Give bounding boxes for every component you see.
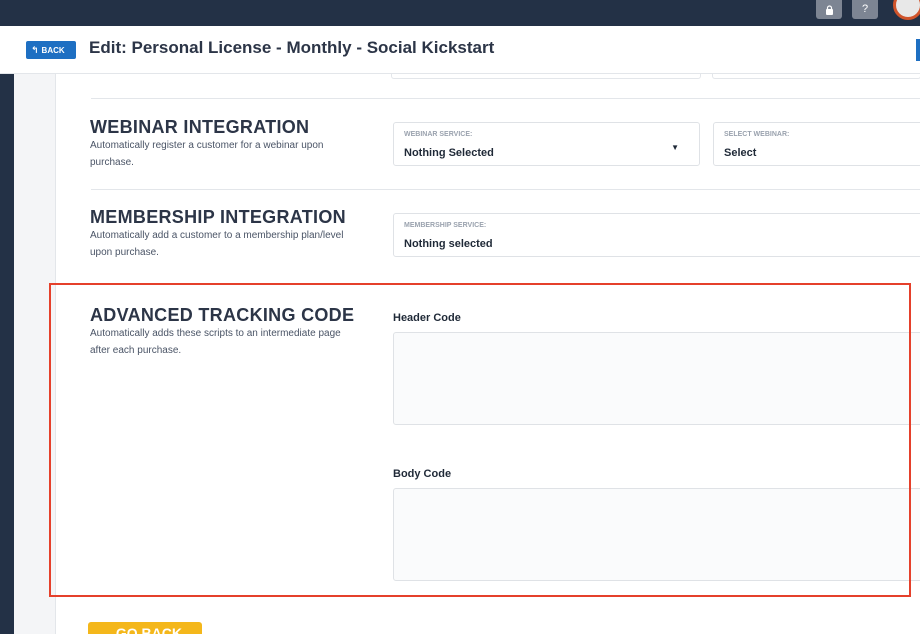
go-back-button[interactable]: ← GO BACK [88, 622, 202, 634]
field-stub-left [391, 74, 701, 79]
back-button[interactable]: ↰ BACK [26, 41, 76, 59]
back-arrow-icon: ↰ [31, 45, 39, 55]
header-code-label: Header Code [393, 312, 461, 324]
help-icon[interactable]: ? [852, 0, 878, 19]
webinar-service-select[interactable]: WEBINAR SERVICE: Nothing Selected ▼ [393, 122, 700, 166]
page-header: ↰ BACK Edit: Personal License - Monthly -… [0, 26, 920, 74]
header-action-button-edge[interactable] [916, 39, 920, 61]
membership-service-select[interactable]: MEMBERSHIP SERVICE: Nothing selected [393, 213, 920, 257]
main-panel: WEBINAR INTEGRATION Automatically regist… [55, 74, 920, 634]
body-code-label: Body Code [393, 468, 452, 480]
section-divider [91, 189, 920, 190]
tracking-section-title: ADVANCED TRACKING CODE [90, 305, 355, 325]
header-code-textarea[interactable] [393, 332, 920, 425]
lock-icon[interactable] [816, 0, 842, 19]
section-divider [91, 98, 920, 99]
select-webinar-label: SELECT WEBINAR: [724, 131, 790, 138]
page-title: Edit: Personal License - Monthly - Socia… [89, 38, 495, 57]
webinar-section-title: WEBINAR INTEGRATION [90, 117, 310, 137]
webinar-service-value: Nothing Selected [404, 147, 494, 159]
left-sidebar-strip [0, 74, 14, 634]
membership-service-label: MEMBERSHIP SERVICE: [404, 222, 487, 229]
select-webinar-select[interactable]: SELECT WEBINAR: Select [713, 122, 920, 166]
membership-section-description: Automatically add a customer to a member… [90, 230, 344, 258]
avatar[interactable] [893, 0, 920, 20]
back-button-label: BACK [41, 46, 65, 55]
webinar-section-description: Automatically register a customer for a … [90, 140, 324, 168]
membership-section-title: MEMBERSHIP INTEGRATION [90, 207, 346, 227]
field-stub-right [712, 74, 920, 79]
select-webinar-value: Select [724, 147, 757, 159]
chevron-down-icon: ▼ [671, 143, 679, 152]
membership-service-value: Nothing selected [404, 238, 493, 250]
webinar-service-label: WEBINAR SERVICE: [404, 131, 473, 138]
body-code-textarea[interactable] [393, 488, 920, 581]
top-nav-bar: ? [0, 0, 920, 26]
tracking-section-description: Automatically adds these scripts to an i… [90, 328, 341, 356]
